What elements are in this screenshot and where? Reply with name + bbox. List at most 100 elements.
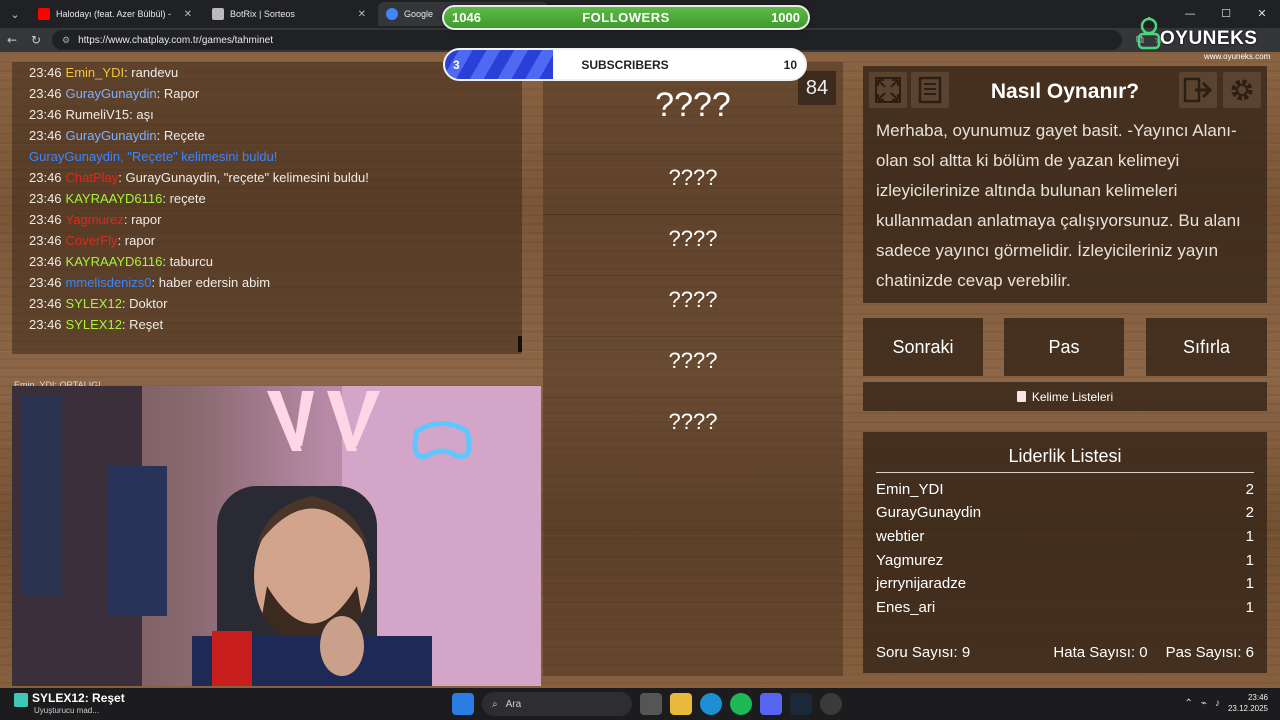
edge-icon[interactable] <box>700 693 722 715</box>
subscribers-goal-bar: 3 SUBSCRIBERS 10 <box>443 48 807 81</box>
clock-time: 23:46 <box>1247 693 1268 702</box>
followers-goal: 1000 <box>771 10 800 25</box>
list-icon <box>1016 391 1026 402</box>
divider <box>543 275 843 276</box>
round-timer: 84 <box>798 71 836 105</box>
how-to-play-panel: Nasıl Oynanır? Merhaba, oyunumuz gayet b… <box>863 66 1267 303</box>
logo-url: www.oyuneks.com <box>1204 52 1271 61</box>
followers-label: FOLLOWERS <box>582 10 670 25</box>
divider <box>543 397 843 398</box>
leaderboard-panel: Liderlik Listesi Emin_YDI 2 GurayGunaydin… <box>863 432 1267 673</box>
chat-message: 23:46 CoverFly: rapor <box>29 233 156 248</box>
exit-icon <box>1183 77 1213 103</box>
followers-goal-bar: 1046 FOLLOWERS 1000 <box>442 5 810 30</box>
hidden-word: ???? <box>668 348 718 373</box>
tab-search-icon[interactable]: ⌄ <box>4 3 26 25</box>
logo-text: OYUNEKS <box>1160 28 1258 49</box>
browser-tab[interactable]: BotRix | Sorteos ✕ <box>204 2 374 26</box>
notification-title: SYLEX12: Reşet <box>32 691 125 705</box>
subscribers-label: SUBSCRIBERS <box>581 58 669 72</box>
spotify-icon[interactable] <box>730 693 752 715</box>
url-text: https://www.chatplay.com.tr/games/tahmin… <box>78 34 273 46</box>
taskbar-search[interactable]: ⌕ Ara <box>482 692 632 716</box>
chat-message: 23:46 KAYRAAYD6116: taburcu <box>29 254 213 269</box>
search-placeholder: Ara <box>505 698 522 710</box>
back-icon[interactable]: ← <box>0 33 24 47</box>
youtube-icon <box>38 8 50 20</box>
webcam-image <box>12 386 541 686</box>
divider <box>543 154 843 155</box>
chat-message: 23:46 ChatPlay: GurayGunaydin, "reçete" k… <box>29 170 369 185</box>
google-icon <box>386 8 398 20</box>
pass-button[interactable]: Pas <box>1004 318 1124 376</box>
leaderboard-row: GurayGunaydin 2 <box>876 504 1254 521</box>
stream-notification: SYLEX12: Reşet Uyuşturucu mad... <box>14 691 125 715</box>
windows-taskbar: SYLEX12: Reşet Uyuşturucu mad... ⌕ Ara ⌃… <box>0 688 1280 720</box>
hidden-word: ???? <box>668 287 718 312</box>
chat-panel: 23:46 Emin_YDI: randevu 23:46 GurayGunaydi… <box>12 62 522 354</box>
volume-icon[interactable]: ♪ <box>1215 698 1220 709</box>
start-icon[interactable] <box>452 693 474 715</box>
hidden-word: ???? <box>668 226 718 251</box>
hidden-word: ???? <box>668 409 718 434</box>
leaderboard-row: webtier 1 <box>876 528 1254 545</box>
followers-current: 1046 <box>452 10 481 25</box>
webcam-feed <box>12 386 541 686</box>
reload-icon[interactable]: ↻ <box>24 33 48 47</box>
chat-message: 23:46 GurayGunaydin: Rapor <box>29 86 200 101</box>
site-info-icon[interactable]: ⚙ <box>62 35 70 46</box>
oyuneks-logo: OYUNEKS www.oyuneks.com <box>1134 14 1274 62</box>
leaderboard-title: Liderlik Listesi <box>876 446 1254 473</box>
close-tab-icon[interactable]: ✕ <box>184 9 192 20</box>
chat-scrollbar[interactable] <box>518 336 522 352</box>
leaderboard-row: Enes_ari 1 <box>876 599 1254 616</box>
taskbar-clock[interactable]: 23:46 23.12.2025 <box>1228 692 1268 714</box>
taskbar-apps: ⌕ Ara <box>452 692 842 716</box>
chat-message: 23:46 mmelisdenizs0: haber edersin abim <box>29 275 271 290</box>
divider <box>543 214 843 215</box>
chat-message: 23:46 SYLEX12: Reşet <box>29 317 164 332</box>
exit-button[interactable] <box>1179 72 1217 108</box>
leaderboard-row: Emin_YDI 2 <box>876 481 1254 498</box>
chat-message: 23:46 Emin_YDI: randevu <box>29 65 179 80</box>
obs-icon[interactable] <box>820 693 842 715</box>
leaderboard-row: Yagmurez 1 <box>876 552 1254 569</box>
pass-count: Pas Sayısı: 6 <box>1165 644 1254 661</box>
chat-system-message: GurayGunaydin, "Reçete" kelimesini buldu… <box>29 149 278 164</box>
word-column: ???? ???? ???? ???? ???? ???? <box>543 62 843 676</box>
task-view-icon[interactable] <box>640 693 662 715</box>
error-count: Hata Sayısı: 0 <box>1053 644 1148 661</box>
chat-message: 23:46 Yagmurez: rapor <box>29 212 162 227</box>
word-lists-button[interactable]: Kelime Listeleri <box>863 382 1267 411</box>
steam-icon[interactable] <box>790 693 812 715</box>
chat-app-icon <box>14 693 28 707</box>
word-lists-label: Kelime Listeleri <box>1031 389 1114 404</box>
address-bar[interactable]: ⚙ https://www.chatplay.com.tr/games/tahm… <box>52 30 1122 50</box>
file-explorer-icon[interactable] <box>670 693 692 715</box>
gear-icon <box>1231 79 1253 101</box>
how-to-play-text: Merhaba, oyunumuz gayet basit. -Yayıncı … <box>876 121 1241 290</box>
reset-button[interactable]: Sıfırla <box>1146 318 1267 376</box>
game-stats: Soru Sayısı: 9 Hata Sayısı: 0 Pas Sayısı… <box>876 644 1254 661</box>
subscribers-goal: 10 <box>783 58 797 72</box>
hidden-word: ???? <box>668 165 718 190</box>
next-button[interactable]: Sonraki <box>863 318 983 376</box>
chat-message: 23:46 SYLEX12: Doktor <box>29 296 168 311</box>
question-count: Soru Sayısı: 9 <box>876 644 971 661</box>
chat-message: 23:46 KAYRAAYD6116: reçete <box>29 191 206 206</box>
search-icon: ⌕ <box>492 698 498 710</box>
browser-tab[interactable]: Halodayı (feat. Azer Bülbül) - ✕ <box>30 2 200 26</box>
settings-button[interactable] <box>1223 72 1261 108</box>
clock-date: 23.12.2025 <box>1227 704 1268 713</box>
chat-message: 23:46 GurayGunaydin: Reçete <box>29 128 206 143</box>
network-icon[interactable]: ⌁ <box>1201 698 1207 709</box>
chevron-up-icon[interactable]: ⌃ <box>1185 698 1193 709</box>
chat-message: 23:46 RumeliV15: aşı <box>29 107 154 122</box>
leaderboard-row: jerrynijaradze 1 <box>876 575 1254 592</box>
close-tab-icon[interactable]: ✕ <box>358 9 366 20</box>
discord-icon[interactable] <box>760 693 782 715</box>
divider <box>543 336 843 337</box>
system-tray: ⌃ ⌁ ♪ 23:46 23.12.2025 <box>1185 692 1268 714</box>
notification-subtitle: Uyuşturucu mad... <box>34 706 99 715</box>
botrix-icon <box>212 8 224 20</box>
